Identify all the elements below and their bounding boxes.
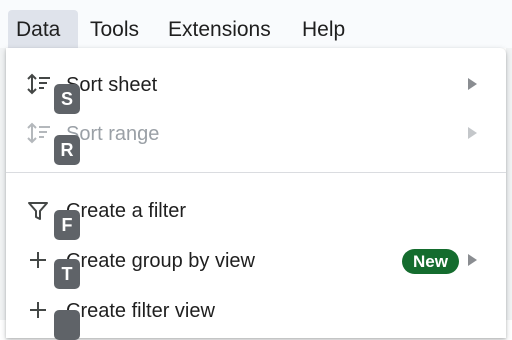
- menu-item-sort-range: Sort range: [6, 111, 506, 157]
- shortcut-key-badge: R: [54, 135, 80, 165]
- shortcut-key-badge: T: [54, 259, 80, 289]
- plus-icon: [26, 248, 52, 274]
- sort-icon: [26, 72, 52, 98]
- plus-icon: [26, 298, 52, 324]
- sort-range-label: Sort range: [66, 123, 160, 145]
- create-filter-view-label: Create filter view: [66, 300, 215, 322]
- menu-item-create-filter[interactable]: Create a filter: [6, 188, 506, 234]
- menu-help[interactable]: Help: [294, 10, 353, 48]
- sheet-background-right: [506, 48, 512, 320]
- menu-item-create-filter-view[interactable]: Create filter view: [6, 288, 506, 334]
- shortcut-key-badge: F: [54, 210, 80, 240]
- menu-item-create-group-by-view[interactable]: Create group by view New: [6, 238, 506, 284]
- menu-item-sort-sheet[interactable]: Sort sheet: [6, 62, 506, 108]
- menu-separator: [6, 172, 506, 173]
- menu-extensions[interactable]: Extensions: [160, 10, 279, 48]
- shortcut-key-badge: S: [54, 84, 80, 114]
- shortcut-key-badge: [54, 310, 80, 340]
- create-filter-label: Create a filter: [66, 200, 187, 222]
- menu-tools[interactable]: Tools: [82, 10, 147, 48]
- new-badge: New: [402, 249, 459, 274]
- data-menu-dropdown: Sort sheet S Sort range R Create a filte…: [6, 48, 506, 340]
- submenu-arrow-icon: [468, 78, 477, 90]
- submenu-arrow-icon: [468, 127, 477, 139]
- filter-icon: [26, 198, 52, 224]
- menu-data[interactable]: Data: [8, 10, 78, 48]
- submenu-arrow-icon: [468, 254, 477, 266]
- sort-icon: [26, 121, 52, 147]
- menu-bar: Data Tools Extensions Help: [0, 0, 512, 48]
- create-group-by-view-label: Create group by view: [66, 250, 255, 272]
